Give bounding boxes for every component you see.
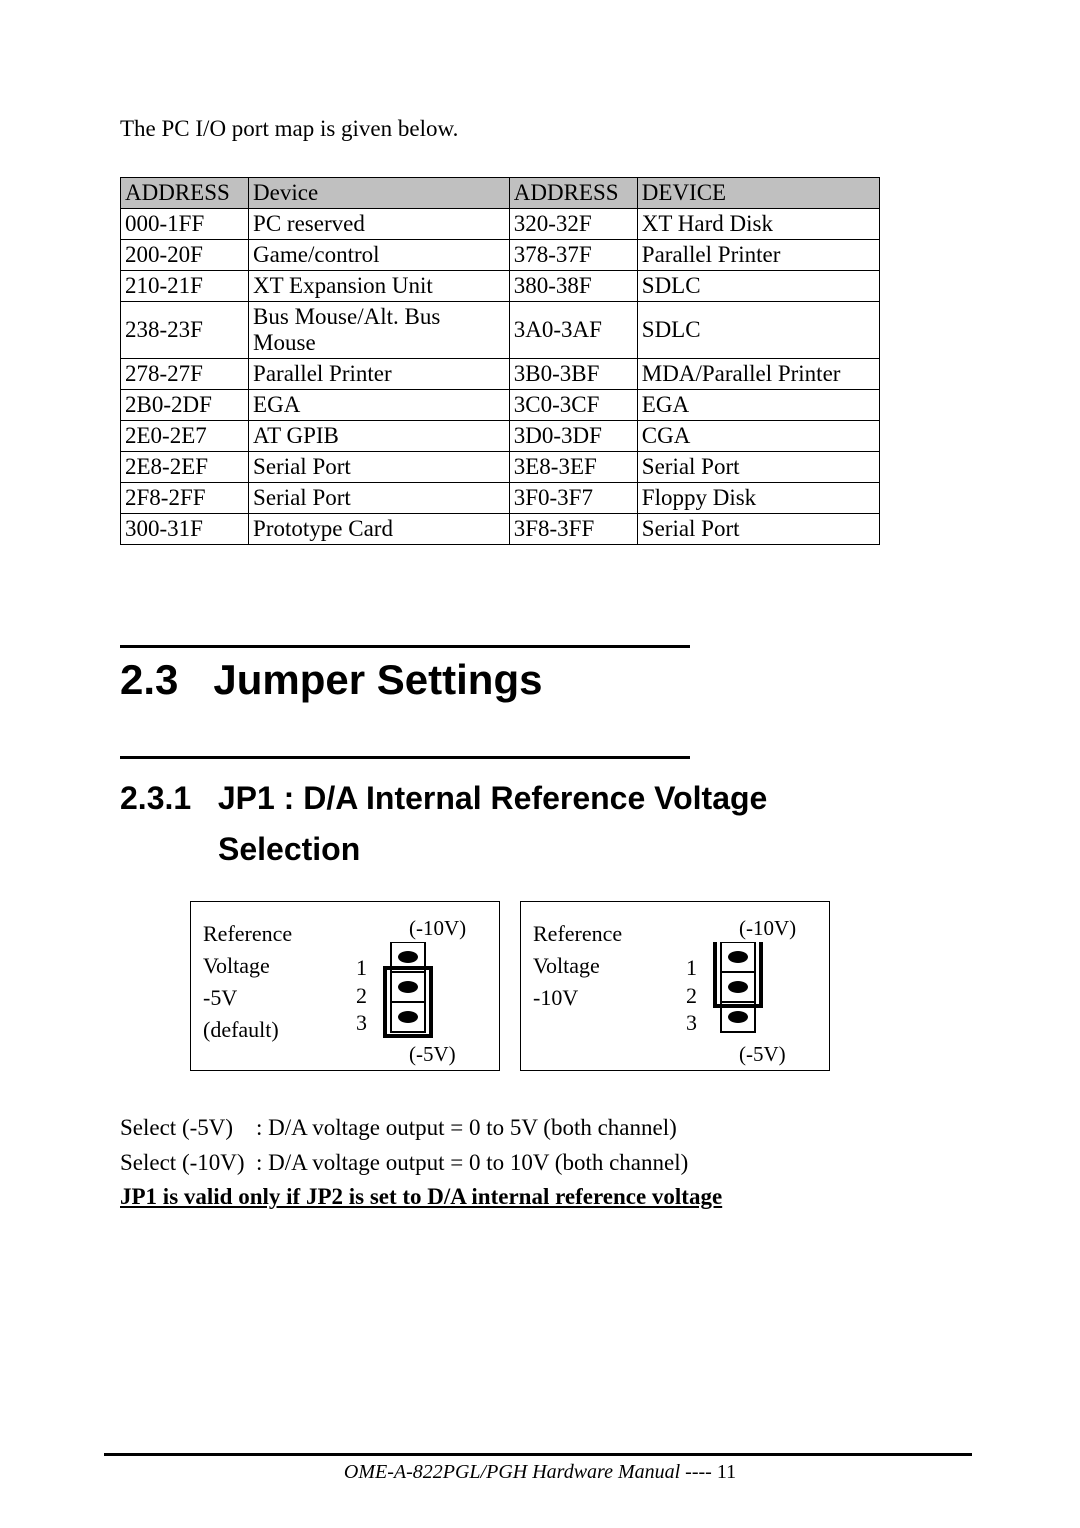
pin-2-label: 2 — [686, 982, 697, 1010]
table-cell: Game/control — [249, 240, 510, 271]
bottom-voltage-label: (-5V) — [739, 1042, 786, 1067]
io-port-table: ADDRESS Device ADDRESS DEVICE 000-1FFPC … — [120, 177, 880, 545]
jumper-10v-icon — [711, 942, 771, 1042]
table-cell: 3E8-3EF — [509, 452, 637, 483]
table-row: 278-27FParallel Printer3B0-3BFMDA/Parall… — [121, 359, 880, 390]
table-cell: Prototype Card — [249, 514, 510, 545]
subsection-rule — [120, 756, 690, 759]
table-cell: 210-21F — [121, 271, 249, 302]
pin-2-label: 2 — [356, 982, 367, 1010]
table-row: 210-21FXT Expansion Unit380-38FSDLC — [121, 271, 880, 302]
table-cell: 300-31F — [121, 514, 249, 545]
table-cell: SDLC — [637, 302, 879, 359]
table-row: 2E0-2E7AT GPIB3D0-3DFCGA — [121, 421, 880, 452]
footer-page-number: 11 — [712, 1461, 736, 1483]
ref-label: Reference — [203, 918, 292, 950]
note-10v: Select (-10V) : D/A voltage output = 0 t… — [120, 1146, 976, 1181]
table-cell: EGA — [249, 390, 510, 421]
table-row: 300-31FPrototype Card3F8-3FFSerial Port — [121, 514, 880, 545]
jumper-box-10v: Reference Voltage -10V 1 2 3 (-10V) (-5V… — [520, 901, 830, 1071]
table-cell: 278-27F — [121, 359, 249, 390]
intro-text: The PC I/O port map is given below. — [120, 116, 976, 142]
table-cell: PC reserved — [249, 209, 510, 240]
table-cell: 3C0-3CF — [509, 390, 637, 421]
table-cell: EGA — [637, 390, 879, 421]
table-cell: 378-37F — [509, 240, 637, 271]
selection-notes: Select (-5V) : D/A voltage output = 0 to… — [120, 1111, 976, 1215]
table-cell: Serial Port — [249, 483, 510, 514]
jumper-box-5v: Reference Voltage -5V (default) 1 2 3 (-… — [190, 901, 500, 1071]
table-cell: 380-38F — [509, 271, 637, 302]
table-cell: Serial Port — [637, 452, 879, 483]
table-cell: 2E0-2E7 — [121, 421, 249, 452]
subsection-title-line1: JP1 : D/A Internal Reference Voltage — [218, 780, 768, 816]
voltage-label: Voltage — [203, 950, 292, 982]
table-cell: 3A0-3AF — [509, 302, 637, 359]
table-cell: 000-1FF — [121, 209, 249, 240]
table-cell: 200-20F — [121, 240, 249, 271]
section-heading: 2.3 Jumper Settings — [120, 656, 976, 704]
table-cell: 238-23F — [121, 302, 249, 359]
table-cell: 2F8-2FF — [121, 483, 249, 514]
table-cell: 3B0-3BF — [509, 359, 637, 390]
table-cell: CGA — [637, 421, 879, 452]
voltage-value: -10V — [533, 982, 622, 1014]
footer-sep: ---- — [680, 1461, 712, 1483]
top-voltage-label: (-10V) — [739, 916, 796, 941]
ref-label: Reference — [533, 918, 622, 950]
jumper-diagrams: Reference Voltage -5V (default) 1 2 3 (-… — [190, 901, 976, 1071]
table-cell: Floppy Disk — [637, 483, 879, 514]
table-cell: 3F0-3F7 — [509, 483, 637, 514]
note-jp1-valid: JP1 is valid only if JP2 is set to D/A i… — [120, 1180, 976, 1215]
subsection-number: 2.3.1 — [120, 780, 191, 816]
pin-1-label: 1 — [356, 954, 367, 982]
th-device-1: Device — [249, 178, 510, 209]
jumper-5v-icon — [381, 942, 441, 1042]
table-cell: 320-32F — [509, 209, 637, 240]
table-row: 238-23FBus Mouse/Alt. Bus Mouse3A0-3AFSD… — [121, 302, 880, 359]
table-row: 000-1FFPC reserved320-32FXT Hard Disk — [121, 209, 880, 240]
table-cell: MDA/Parallel Printer — [637, 359, 879, 390]
table-cell: Parallel Printer — [249, 359, 510, 390]
th-address-2: ADDRESS — [509, 178, 637, 209]
voltage-label: Voltage — [533, 950, 622, 982]
default-label: (default) — [203, 1014, 292, 1046]
bottom-voltage-label: (-5V) — [409, 1042, 456, 1067]
table-row: 2E8-2EFSerial Port3E8-3EFSerial Port — [121, 452, 880, 483]
section-number: 2.3 — [120, 656, 178, 703]
table-cell: 3D0-3DF — [509, 421, 637, 452]
table-row: 200-20FGame/control378-37FParallel Print… — [121, 240, 880, 271]
voltage-value: -5V — [203, 982, 292, 1014]
table-cell: XT Hard Disk — [637, 209, 879, 240]
table-cell: AT GPIB — [249, 421, 510, 452]
section-rule-top — [120, 645, 690, 648]
note-5v: Select (-5V) : D/A voltage output = 0 to… — [120, 1111, 976, 1146]
table-cell: 2E8-2EF — [121, 452, 249, 483]
table-cell: Bus Mouse/Alt. Bus Mouse — [249, 302, 510, 359]
table-cell: 2B0-2DF — [121, 390, 249, 421]
th-address-1: ADDRESS — [121, 178, 249, 209]
pin-3-label: 3 — [686, 1009, 697, 1037]
table-cell: Parallel Printer — [637, 240, 879, 271]
top-voltage-label: (-10V) — [409, 916, 466, 941]
table-cell: Serial Port — [249, 452, 510, 483]
table-row: 2B0-2DFEGA3C0-3CFEGA — [121, 390, 880, 421]
table-cell: 3F8-3FF — [509, 514, 637, 545]
th-device-2: DEVICE — [637, 178, 879, 209]
pin-1-label: 1 — [686, 954, 697, 982]
pin-3-label: 3 — [356, 1009, 367, 1037]
subsection-title-line2: Selection — [218, 831, 360, 867]
footer-doc-title: OME-A-822PGL/PGH Hardware Manual — [344, 1461, 680, 1483]
table-cell: SDLC — [637, 271, 879, 302]
section-title: Jumper Settings — [213, 656, 542, 703]
table-cell: Serial Port — [637, 514, 879, 545]
footer-rule — [104, 1453, 972, 1456]
table-row: 2F8-2FFSerial Port3F0-3F7Floppy Disk — [121, 483, 880, 514]
subsection-heading: 2.3.1 JP1 : D/A Internal Reference Volta… — [120, 773, 976, 875]
page-footer: OME-A-822PGL/PGH Hardware Manual ---- 11 — [0, 1461, 1080, 1484]
table-cell: XT Expansion Unit — [249, 271, 510, 302]
